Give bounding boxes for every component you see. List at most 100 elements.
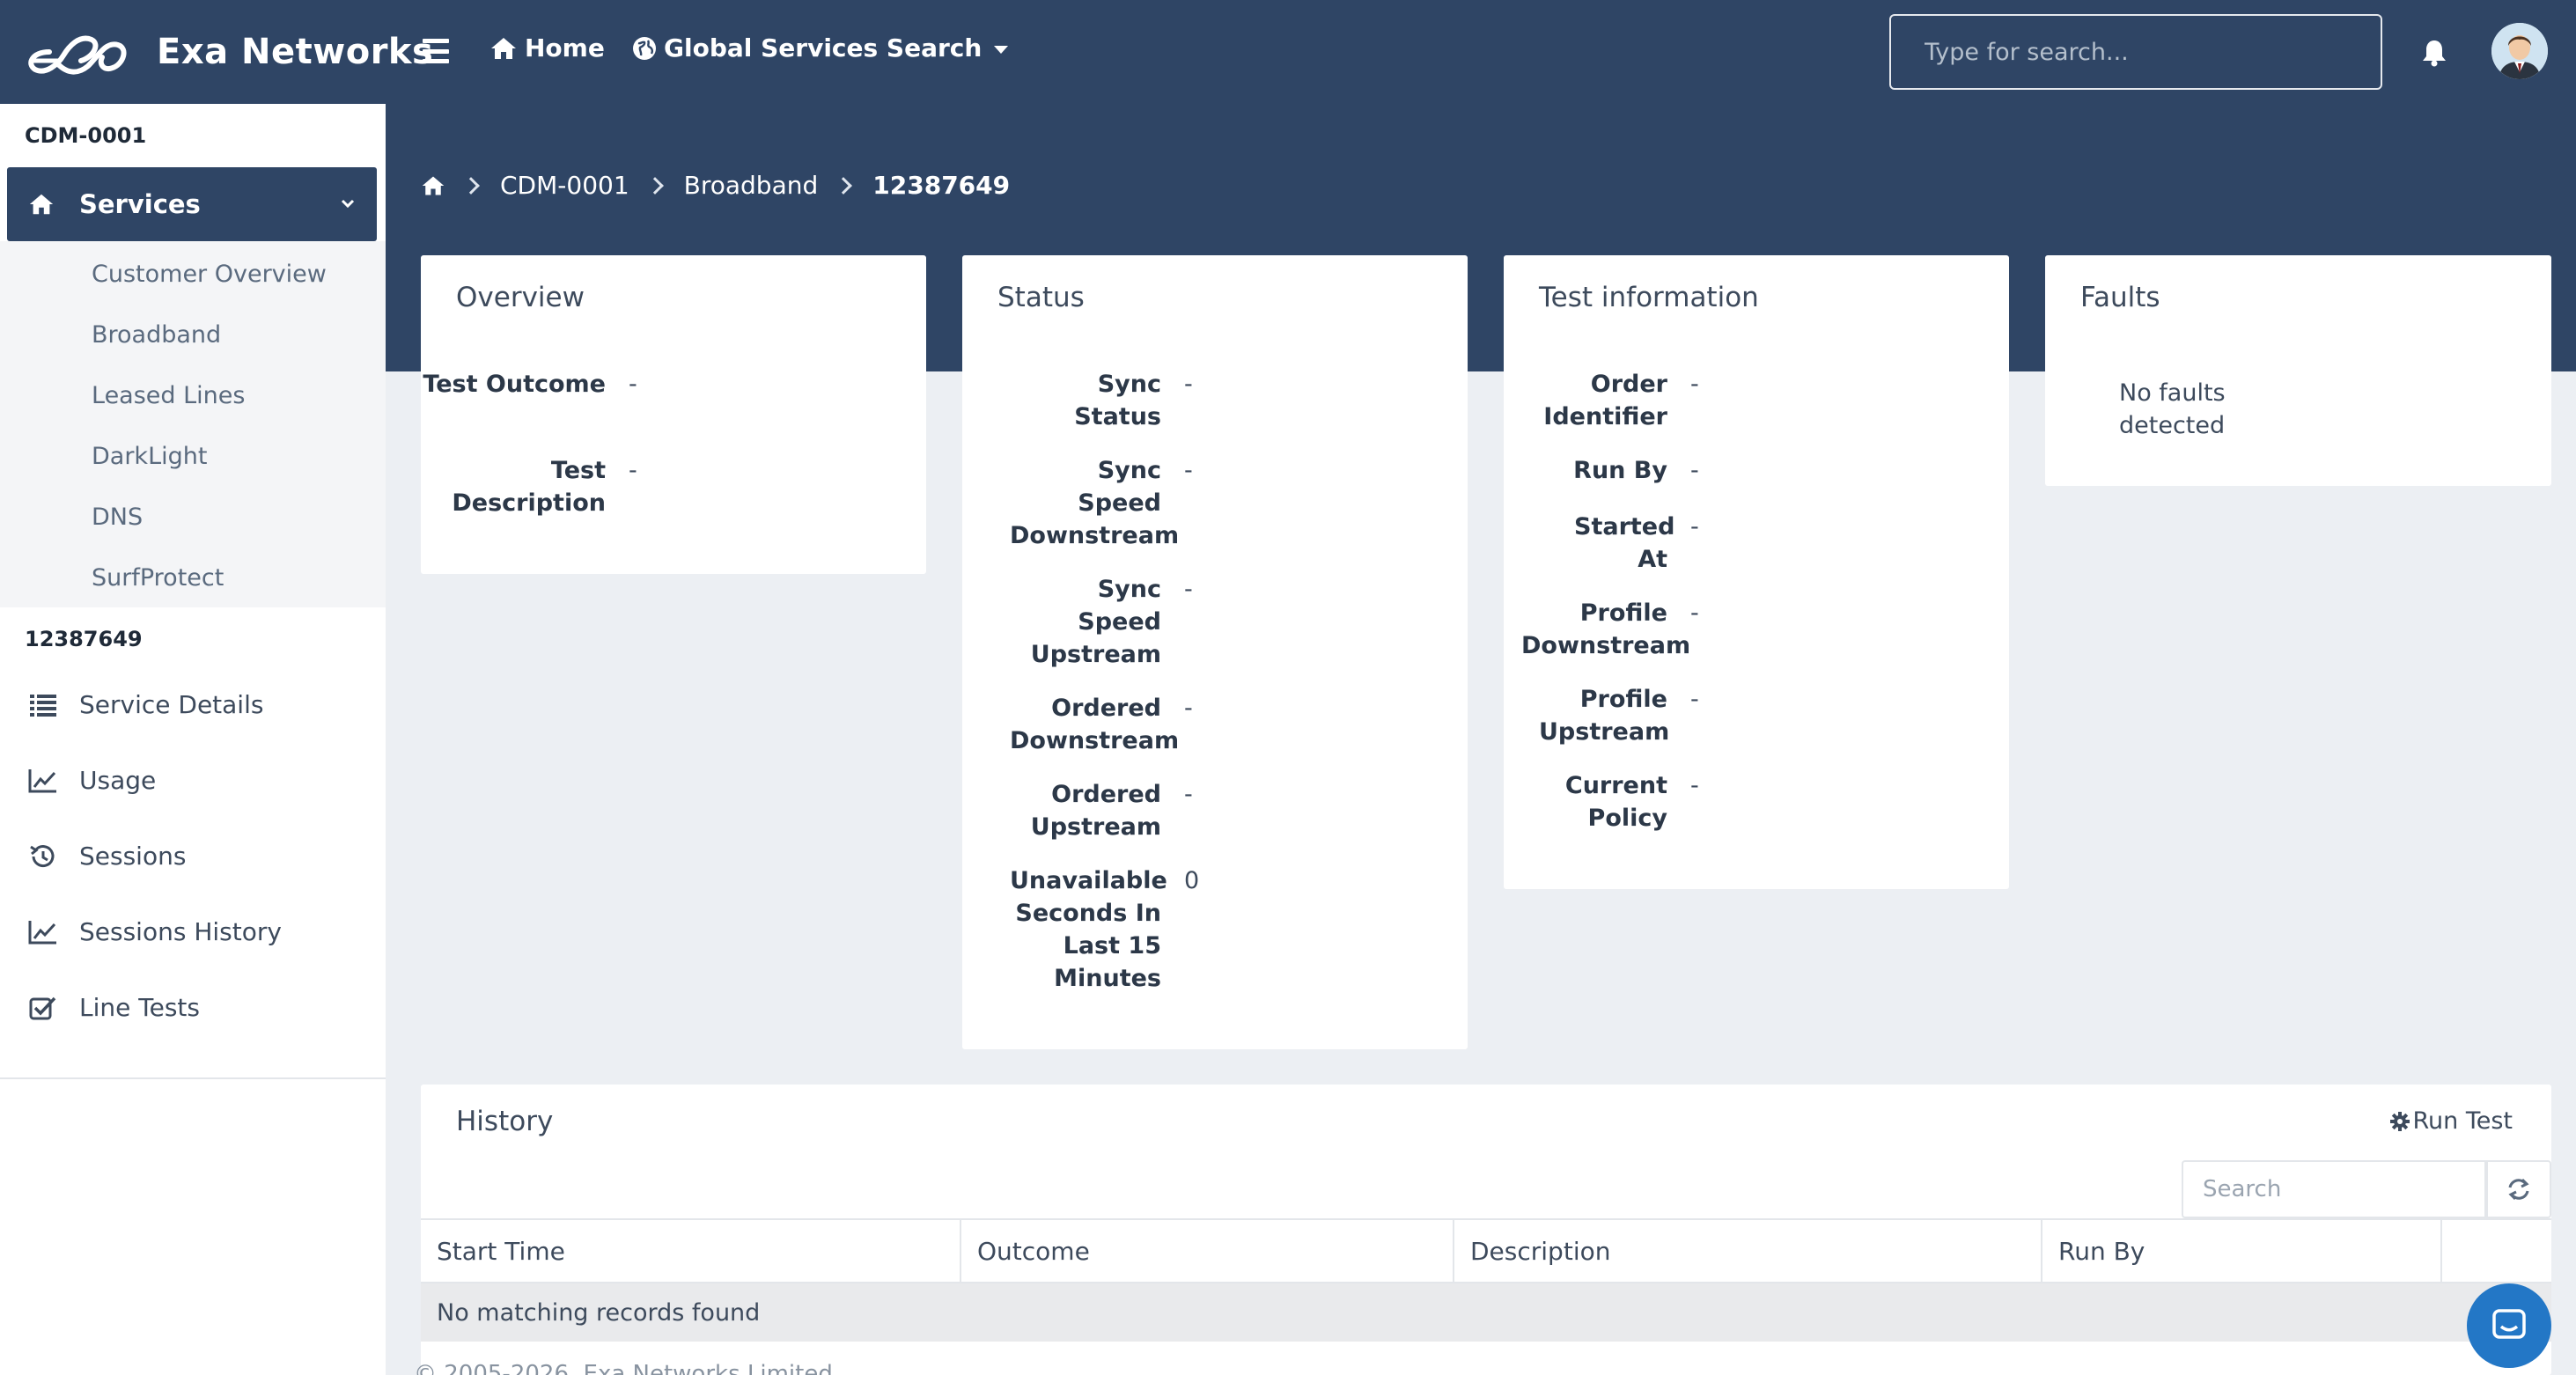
sidebar-item-line-tests[interactable]: Line Tests <box>28 993 200 1022</box>
sidebar-item-label: Service Details <box>79 690 264 719</box>
sidebar-divider <box>0 1077 386 1079</box>
history-search-box[interactable] <box>2182 1160 2486 1218</box>
line-chart-icon <box>28 920 56 944</box>
refresh-icon <box>2508 1178 2529 1201</box>
breadcrumb: CDM-0001 Broadband 12387649 <box>421 171 1010 200</box>
status-row: Ordered Downstream - <box>962 692 1193 757</box>
sync-status-label: Sync Status <box>1074 371 1161 430</box>
sidebar-item-surfprotect[interactable]: SurfProtect <box>92 564 224 592</box>
breadcrumb-current: 12387649 <box>872 171 1011 200</box>
chevron-down-icon <box>341 199 355 209</box>
sidebar-item-dns[interactable]: DNS <box>92 504 143 531</box>
status-card: Status Sync Status - Sync Speed Downstre… <box>962 255 1468 1049</box>
menu-toggle-icon[interactable] <box>423 39 449 63</box>
user-avatar[interactable] <box>2491 23 2548 79</box>
test-info-row: Run By - <box>1504 454 1699 487</box>
test-description-value: - <box>629 457 637 484</box>
gear-icon <box>2390 1111 2410 1131</box>
refresh-button[interactable] <box>2486 1160 2551 1218</box>
run-test-label: Run Test <box>2412 1107 2513 1135</box>
sidebar-item-darklight[interactable]: DarkLight <box>92 443 207 470</box>
global-search-input[interactable] <box>1925 38 2347 66</box>
line-chart-icon <box>28 768 56 792</box>
home-icon <box>29 194 54 215</box>
sidebar-item-service-details[interactable]: Service Details <box>28 690 263 719</box>
sidebar-item-sessions-history[interactable]: Sessions History <box>28 917 282 946</box>
table-header-row: Start Time Outcome Description Run By <box>421 1218 2551 1283</box>
notification-bell-icon[interactable] <box>2421 39 2447 67</box>
chat-launcher-button[interactable] <box>2467 1283 2551 1368</box>
overview-row: Test Outcome - <box>421 368 637 401</box>
status-row: Sync Speed Downstream - <box>962 454 1193 552</box>
history-title: History <box>456 1106 554 1137</box>
breadcrumb-broadband[interactable]: Broadband <box>684 171 819 200</box>
home-icon[interactable] <box>421 174 445 197</box>
status-row: Sync Status - <box>962 368 1193 433</box>
list-icon <box>30 694 56 717</box>
sync-speed-upstream-value: - <box>1184 576 1193 603</box>
sidebar-item-sessions[interactable]: Sessions <box>28 842 186 871</box>
global-search-box[interactable] <box>1889 14 2382 90</box>
footer-copyright: © 2005-2026, Exa Networks Limited <box>414 1361 833 1375</box>
unavailable-seconds-value: 0 <box>1184 867 1200 894</box>
profile-upstream-value: - <box>1690 686 1699 713</box>
run-test-button[interactable]: Run Test <box>2389 1107 2513 1135</box>
history-card: History Run Test Start Time Outcome Desc… <box>421 1085 2551 1375</box>
column-description[interactable]: Description <box>1454 1220 2042 1282</box>
check-square-icon <box>29 996 56 1019</box>
faults-title: Faults <box>2080 282 2160 313</box>
column-actions <box>2442 1220 2551 1282</box>
profile-downstream-value: - <box>1690 599 1699 627</box>
column-run-by[interactable]: Run By <box>2042 1220 2442 1282</box>
sidebar: CDM-0001 Services Customer Overview Broa… <box>0 104 386 1375</box>
sync-speed-downstream-value: - <box>1184 457 1193 484</box>
faults-card: Faults No faults detected <box>2045 255 2551 486</box>
test-info-row: Profile Upstream - <box>1504 683 1699 748</box>
ordered-downstream-value: - <box>1184 695 1193 722</box>
started-at-label: Started At <box>1574 513 1675 573</box>
global-services-search-dropdown[interactable]: Global Services Search <box>632 33 1009 62</box>
history-search-input[interactable] <box>2203 1176 2484 1202</box>
test-info-row: Profile Downstream - <box>1504 597 1699 662</box>
top-navbar: Exa Networks Home Global Services Search <box>0 0 2576 104</box>
brand-name: Exa Networks <box>157 32 434 72</box>
sidebar-item-customer-overview[interactable]: Customer Overview <box>92 261 327 288</box>
run-by-value: - <box>1690 457 1699 484</box>
test-info-row: Started At - <box>1504 511 1699 576</box>
faults-message: No faults detected <box>2119 379 2226 439</box>
test-information-card: Test information Order Identifier - Run … <box>1504 255 2009 889</box>
chevron-right-icon <box>835 176 853 195</box>
sync-speed-upstream-label: Sync Speed Upstream <box>1030 576 1161 668</box>
started-at-value: - <box>1690 513 1699 540</box>
brand[interactable]: Exa Networks <box>23 23 433 81</box>
overview-card: Overview Test Outcome - Test Description… <box>421 255 926 574</box>
test-information-title: Test information <box>1539 282 1759 313</box>
status-title: Status <box>997 282 1085 313</box>
column-outcome[interactable]: Outcome <box>961 1220 1454 1282</box>
test-outcome-label: Test Outcome <box>423 371 606 398</box>
status-row: Ordered Upstream - <box>962 778 1193 843</box>
nav-home-link[interactable]: Home <box>489 33 605 62</box>
sidebar-item-usage[interactable]: Usage <box>28 766 156 795</box>
test-info-row: Current Policy - <box>1504 769 1699 835</box>
avatar-image <box>2491 23 2548 79</box>
sidebar-item-services[interactable]: Services <box>7 167 377 241</box>
sidebar-service-id: 12387649 <box>25 627 143 651</box>
sidebar-item-leased-lines[interactable]: Leased Lines <box>92 382 245 409</box>
sync-speed-downstream-label: Sync Speed Downstream <box>1010 457 1180 549</box>
sidebar-item-label: Sessions History <box>79 917 282 946</box>
profile-downstream-label: Profile Downstream <box>1521 599 1691 659</box>
column-start-time[interactable]: Start Time <box>421 1220 961 1282</box>
overview-row: Test Description - <box>421 454 637 519</box>
breadcrumb-customer[interactable]: CDM-0001 <box>500 171 629 200</box>
unavailable-seconds-label: Unavailable Seconds In Last 15 Minutes <box>1010 867 1167 992</box>
test-info-row: Order Identifier - <box>1504 368 1698 433</box>
sidebar-customer-id: CDM-0001 <box>25 123 147 148</box>
table-empty-row: No matching records found <box>421 1283 2551 1342</box>
services-submenu: Customer Overview Broadband Leased Lines… <box>0 241 386 607</box>
sidebar-item-label: Line Tests <box>79 993 200 1022</box>
globe-icon <box>633 36 656 60</box>
sidebar-item-broadband[interactable]: Broadband <box>92 321 221 349</box>
chevron-right-icon <box>462 176 480 195</box>
test-outcome-value: - <box>629 371 637 398</box>
